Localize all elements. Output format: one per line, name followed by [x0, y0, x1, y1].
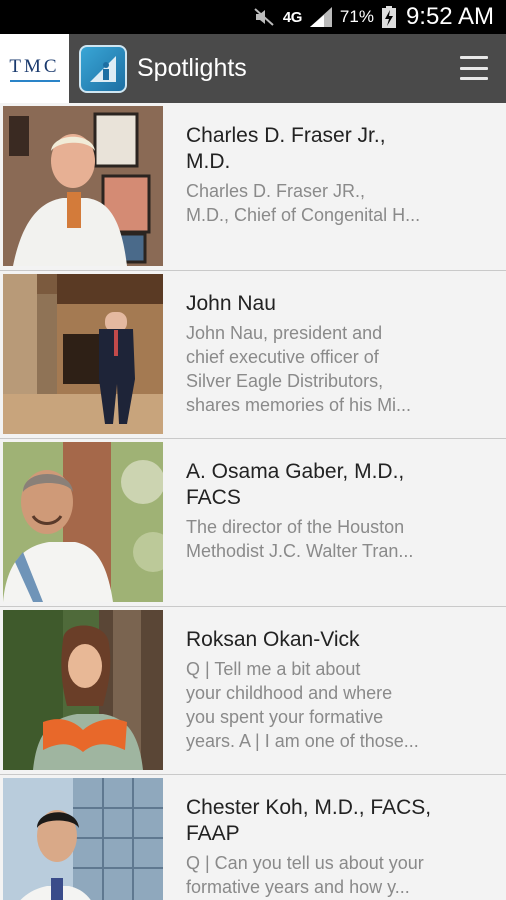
spotlight-title: John Nau: [186, 291, 456, 317]
spotlight-photo: [3, 610, 163, 770]
battery-charging-icon: [381, 6, 396, 28]
spotlight-summary-line: Silver Eagle Distributors,: [186, 371, 384, 391]
spotlight-summary-line: you spent your formative: [186, 707, 384, 727]
spotlight-title: A. Osama Gaber, M.D., FACS: [186, 459, 456, 511]
app-icon: [79, 44, 127, 93]
spotlight-summary-line: John Nau, president and: [186, 323, 383, 343]
spotlight-title-line: FAAP: [186, 822, 240, 845]
app-bar: TMC Spotlights: [0, 34, 506, 103]
network-type: 4G: [282, 8, 303, 26]
spotlight-summary-line: chief executive officer of: [186, 347, 379, 367]
spotlight-summary-line: formative years and how y...: [186, 877, 410, 897]
spotlight-title: Chester Koh, M.D., FACS, FAAP: [186, 795, 456, 847]
spotlight-title-line: M.D.: [186, 150, 231, 173]
status-bar: 4G 71% 9:52 AM: [0, 0, 506, 34]
spotlight-item[interactable]: A. Osama Gaber, M.D., FACS The director …: [0, 439, 506, 607]
spotlight-summary: Charles D. Fraser JR., M.D., Chief of Co…: [186, 179, 456, 227]
spotlight-title-line: Charles D. Fraser Jr.,: [186, 124, 386, 147]
spotlight-summary: John Nau, president and chief executive …: [186, 321, 456, 417]
spotlight-summary-line: shares memories of his Mi...: [186, 395, 412, 415]
spotlight-summary-line: years. A | I am one of those...: [186, 731, 419, 751]
spotlight-item[interactable]: Chester Koh, M.D., FACS, FAAP Q | Can yo…: [0, 775, 506, 900]
spotlight-summary-line: your childhood and where: [186, 683, 393, 703]
spotlight-item[interactable]: Charles D. Fraser Jr., M.D. Charles D. F…: [0, 103, 506, 271]
spotlight-title-line: A. Osama Gaber, M.D.,: [186, 460, 405, 483]
network-type-icon: 4G: [282, 8, 303, 26]
spotlight-summary: Q | Tell me a bit about your childhood a…: [186, 657, 456, 753]
spotlight-summary-line: Methodist J.C. Walter Tran...: [186, 541, 414, 561]
spotlight-summary: The director of the Houston Methodist J.…: [186, 515, 456, 563]
spotlight-summary-line: The director of the Houston: [186, 517, 405, 537]
spotlight-photo: [3, 106, 163, 266]
spotlight-summary-line: Q | Tell me a bit about: [186, 659, 361, 679]
tmc-logo-text: TMC: [9, 55, 60, 77]
spotlight-summary-line: Charles D. Fraser JR.,: [186, 181, 366, 201]
spotlight-summary: Q | Can you tell us about your formative…: [186, 851, 456, 899]
signal-icon: [309, 7, 332, 27]
tmc-logo[interactable]: TMC: [0, 34, 69, 103]
spotlight-item[interactable]: Roksan Okan-Vick Q | Tell me a bit about…: [0, 607, 506, 775]
spotlight-title: Charles D. Fraser Jr., M.D.: [186, 123, 456, 175]
spotlight-photo: [3, 442, 163, 602]
tmc-logo-underline: [9, 79, 60, 82]
spotlight-item[interactable]: John Nau John Nau, president and chief e…: [0, 271, 506, 439]
clock: 9:52 AM: [405, 3, 494, 30]
battery-percentage: 71%: [339, 7, 374, 26]
spotlight-list: Charles D. Fraser Jr., M.D. Charles D. F…: [0, 103, 506, 900]
spotlight-title: Roksan Okan-Vick: [186, 627, 456, 653]
spotlight-title-line: John Nau: [186, 292, 276, 315]
page-title: Spotlights: [137, 54, 247, 82]
mute-icon: [253, 8, 275, 26]
spotlight-summary-line: Q | Can you tell us about your: [186, 853, 424, 873]
spotlight-photo: [3, 274, 163, 434]
spotlight-title-line: FACS: [186, 486, 241, 509]
spotlight-summary-line: M.D., Chief of Congenital H...: [186, 205, 421, 225]
spotlight-photo: [3, 778, 163, 900]
spotlight-title-line: Roksan Okan-Vick: [186, 628, 360, 651]
menu-icon[interactable]: [460, 56, 488, 80]
spotlight-title-line: Chester Koh, M.D., FACS,: [186, 796, 432, 819]
